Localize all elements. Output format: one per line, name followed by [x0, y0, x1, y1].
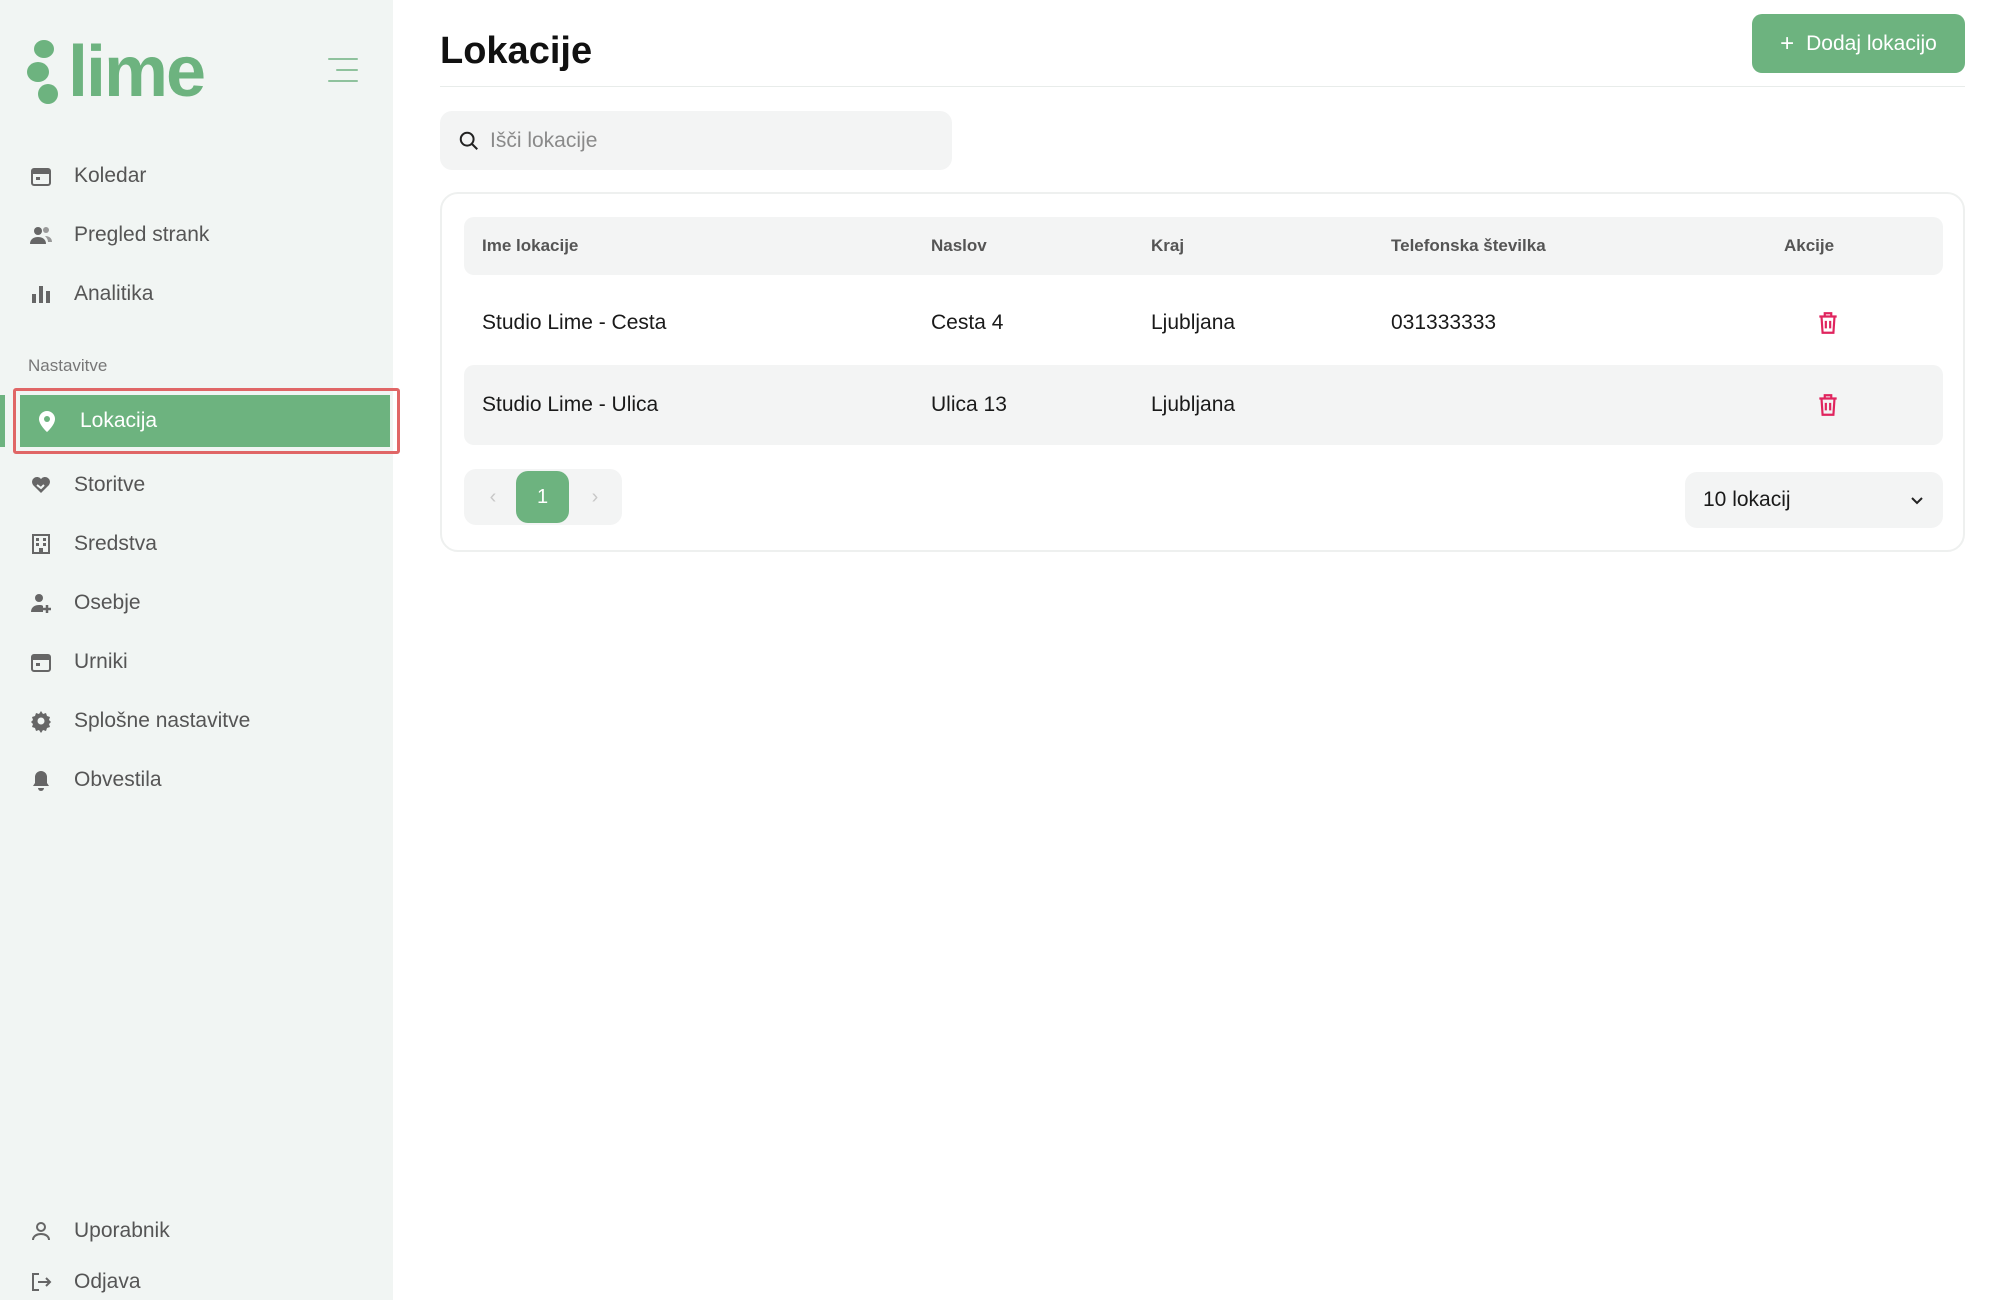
sidebar-item-splosne-nastavitve[interactable]: Splošne nastavitve	[14, 695, 393, 747]
add-location-button[interactable]: + Dodaj lokacijo	[1752, 14, 1965, 73]
delete-icon[interactable]	[1815, 310, 1841, 336]
calendar-icon	[28, 649, 54, 675]
cell-name: Studio Lime - Cesta	[482, 311, 667, 334]
sidebar: lime Koledar Pregled strank Analitika Na…	[0, 0, 400, 1300]
app-root: lime Koledar Pregled strank Analitika Na…	[0, 0, 2000, 1300]
sidebar-item-obvestila[interactable]: Obvestila	[14, 754, 393, 806]
table-header: Ime lokacije Naslov Kraj Telefonska štev…	[464, 217, 1943, 275]
cell-city: Ljubljana	[1151, 393, 1236, 416]
sidebar-item-label: Uporabnik	[74, 1219, 170, 1242]
logout-icon	[28, 1269, 54, 1295]
sidebar-item-sredstva[interactable]: Sredstva	[14, 518, 393, 570]
cell-phone: 031333333	[1391, 311, 1497, 334]
sidebar-item-label: Obvestila	[74, 768, 162, 791]
sidebar-item-odjava[interactable]: Odjava	[14, 1264, 393, 1300]
active-indicator	[0, 395, 5, 447]
title-divider	[440, 86, 1965, 87]
column-header-phone: Telefonska številka	[1391, 236, 1546, 255]
logo[interactable]: lime	[26, 32, 206, 112]
page-size-select[interactable]: 10 lokacij	[1685, 472, 1943, 528]
next-page-icon[interactable]: ›	[580, 469, 610, 525]
plus-icon: +	[1780, 29, 1795, 57]
sidebar-item-label: Sredstva	[74, 532, 157, 555]
sidebar-item-lokacija[interactable]: Lokacija	[20, 395, 390, 447]
cell-address: Cesta 4	[931, 311, 1004, 334]
search-input[interactable]	[490, 128, 930, 153]
lime-logo-icon	[27, 40, 58, 104]
column-header-address: Naslov	[931, 236, 987, 255]
brand-name: lime	[68, 32, 206, 112]
gear-icon	[28, 708, 54, 734]
table-row[interactable]: Studio Lime - Ulica Ulica 13 Ljubljana	[464, 365, 1943, 445]
bar-chart-icon	[28, 281, 54, 307]
add-location-label: Dodaj lokacijo	[1806, 31, 1937, 55]
prev-page-icon[interactable]: ‹	[478, 469, 508, 525]
sidebar-item-analitika[interactable]: Analitika	[14, 268, 393, 320]
sidebar-item-label: Odjava	[74, 1270, 141, 1293]
sidebar-item-osebje[interactable]: Osebje	[14, 577, 393, 629]
cell-city: Ljubljana	[1151, 311, 1236, 334]
search-icon	[459, 131, 478, 150]
sidebar-item-label: Urniki	[74, 650, 128, 673]
sidebar-item-label: Lokacija	[80, 409, 158, 432]
user-icon	[28, 1218, 54, 1244]
sidebar-item-label: Pregled strank	[74, 223, 210, 246]
user-plus-icon	[28, 590, 54, 616]
pagination: ‹ 1 ›	[464, 469, 622, 525]
sidebar-item-label: Splošne nastavitve	[74, 709, 251, 732]
bell-icon	[28, 767, 54, 793]
sidebar-item-label: Analitika	[74, 282, 154, 305]
page-title: Lokacije	[440, 30, 593, 72]
heart-hand-icon	[28, 472, 54, 498]
sidebar-item-urniki[interactable]: Urniki	[14, 636, 393, 688]
section-label-settings: Nastavitve	[28, 356, 108, 375]
sidebar-item-storitve[interactable]: Storitve	[14, 459, 393, 511]
column-header-actions: Akcije	[1784, 236, 1835, 255]
location-pin-icon	[34, 408, 60, 434]
page-button-1[interactable]: 1	[516, 471, 569, 523]
users-icon	[28, 222, 54, 248]
chevron-down-icon	[1911, 497, 1923, 505]
sidebar-item-pregled-strank[interactable]: Pregled strank	[14, 209, 393, 261]
cell-name: Studio Lime - Ulica	[482, 393, 659, 416]
menu-toggle-icon[interactable]	[328, 58, 358, 84]
cell-address: Ulica 13	[931, 393, 1007, 416]
column-header-name: Ime lokacije	[482, 236, 579, 255]
building-icon	[28, 531, 54, 557]
calendar-icon	[28, 163, 54, 189]
sidebar-item-label: Koledar	[74, 164, 147, 187]
sidebar-item-uporabnik[interactable]: Uporabnik	[14, 1205, 393, 1257]
column-header-city: Kraj	[1151, 236, 1185, 255]
sidebar-item-koledar[interactable]: Koledar	[14, 150, 393, 202]
sidebar-item-label: Storitve	[74, 473, 146, 496]
sidebar-item-label: Osebje	[74, 591, 141, 614]
search-box[interactable]	[440, 111, 952, 170]
table-row[interactable]: Studio Lime - Cesta Cesta 4 Ljubljana 03…	[464, 283, 1943, 363]
locations-table-card: Ime lokacije Naslov Kraj Telefonska štev…	[440, 192, 1965, 552]
delete-icon[interactable]	[1815, 392, 1841, 418]
page-size-value: 10 lokacij	[1703, 488, 1791, 511]
